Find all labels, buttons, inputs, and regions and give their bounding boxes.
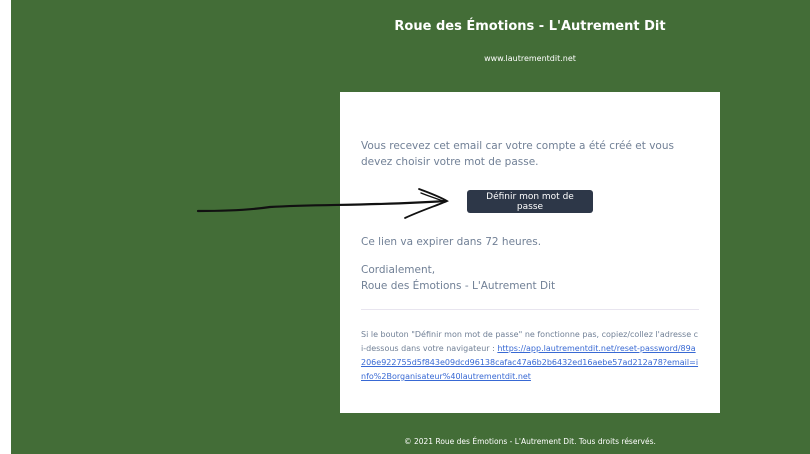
hand-drawn-arrow-annotation	[196, 188, 449, 219]
